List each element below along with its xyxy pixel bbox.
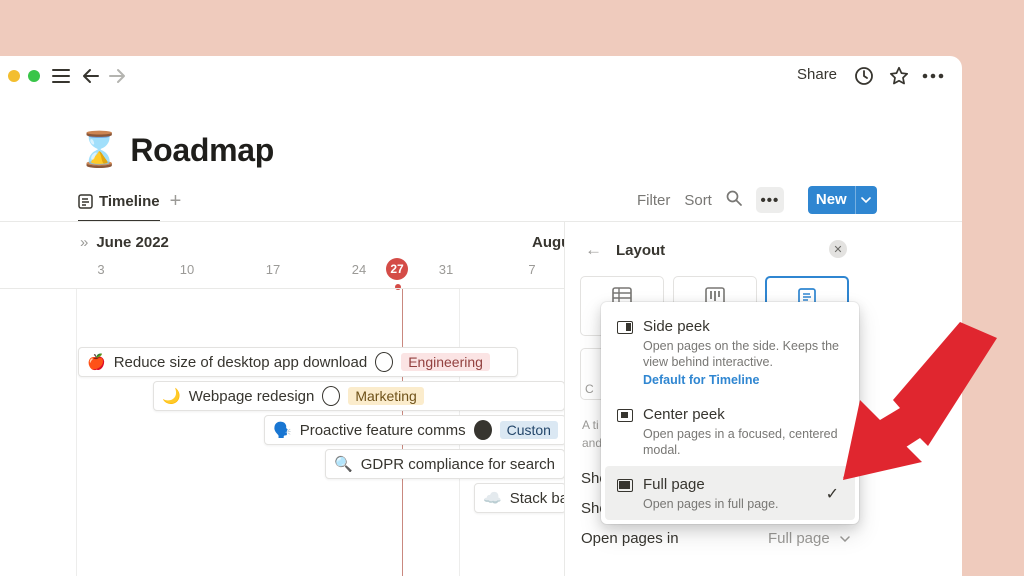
option-title: Side peek [643, 318, 710, 335]
day-label: 17 [265, 262, 281, 277]
checkmark-icon: ✓ [825, 486, 839, 503]
new-button[interactable]: New [807, 186, 877, 214]
forward-arrow-icon[interactable] [108, 64, 126, 88]
more-options-icon[interactable] [922, 64, 944, 88]
title-bar: Share [0, 56, 962, 96]
option-title: Center peek [643, 406, 725, 423]
open-pages-menu: Side peek Open pages on the side. Keeps … [601, 302, 859, 524]
back-arrow-icon[interactable]: ← [585, 240, 602, 260]
cloud-icon: ☁️ [483, 490, 502, 507]
day-label: 3 [97, 262, 105, 277]
day-label: 31 [438, 262, 454, 277]
timeline-header-divider [0, 288, 564, 289]
week-gridline [76, 289, 77, 576]
open-pages-select[interactable]: Full page [768, 530, 850, 547]
timeline-view-icon [78, 194, 93, 209]
layout-description-text: and [582, 436, 603, 450]
center-peek-icon [617, 409, 633, 422]
timeline-view: » June 2022 Augu 3 10 17 24 27 31 7 🍎 Re… [0, 222, 564, 576]
item-title: GDPR compliance for search [360, 455, 555, 473]
timeline-item[interactable]: 🍎 Reduce size of desktop app download En… [78, 347, 518, 377]
status-badge: Engineering [401, 353, 490, 371]
panel-title: Layout [616, 241, 666, 259]
chevron-down-icon[interactable] [854, 186, 877, 214]
sort-button[interactable]: Sort [684, 192, 712, 209]
menu-option-side-peek[interactable]: Side peek Open pages on the side. Keeps … [605, 308, 855, 396]
month-label: June 2022 [96, 234, 169, 251]
day-label: 24 [351, 262, 367, 277]
full-page-icon [617, 479, 633, 492]
moon-icon: 🌙 [162, 388, 181, 405]
history-clock-icon[interactable] [854, 64, 874, 88]
option-description: Open pages in full page. [643, 497, 779, 511]
view-toolbar: Filter Sort ••• New [637, 186, 877, 214]
minimize-window-button[interactable] [8, 70, 20, 82]
next-month-label: Augu [532, 234, 564, 251]
close-icon[interactable]: ✕ [829, 240, 847, 258]
person-avatar [473, 420, 492, 440]
open-pages-value: Full page [768, 530, 830, 547]
layout-description-text: A ti [582, 418, 599, 432]
today-marker: 27 [386, 258, 408, 280]
month-header: » June 2022 [80, 234, 169, 251]
day-label: 10 [179, 262, 195, 277]
layout-option-label: C [585, 382, 594, 396]
person-avatar [322, 386, 341, 406]
page-title: ⌛ Roadmap [78, 130, 274, 170]
filter-button[interactable]: Filter [637, 192, 670, 209]
status-badge: Custon [499, 421, 558, 439]
option-title: Full page [643, 476, 705, 493]
page-title-text[interactable]: Roadmap [130, 132, 274, 169]
favorite-star-icon[interactable] [889, 64, 909, 88]
item-title: Reduce size of desktop app download [113, 353, 368, 371]
open-pages-label: Open pages in [581, 530, 679, 547]
item-title: Webpage redesign [188, 387, 315, 405]
today-dot [395, 284, 401, 290]
hourglass-icon: ⌛ [78, 131, 121, 169]
double-chevron-icon[interactable]: » [80, 234, 88, 251]
side-peek-icon [617, 321, 633, 334]
view-tabs: Timeline + [78, 190, 181, 225]
sidebar-menu-icon[interactable] [52, 64, 70, 88]
menu-option-center-peek[interactable]: Center peek Open pages in a focused, cen… [605, 396, 855, 466]
back-arrow-icon[interactable] [82, 64, 100, 88]
new-button-label: New [815, 191, 847, 208]
search-icon[interactable] [726, 190, 742, 210]
item-title: Stack ba [509, 489, 564, 507]
add-view-plus-icon[interactable]: + [170, 190, 182, 225]
magnifier-icon: 🔍 [334, 456, 353, 473]
status-badge: Marketing [348, 387, 424, 405]
tab-timeline[interactable]: Timeline [78, 193, 160, 222]
menu-option-full-page[interactable]: Full page Open pages in full page. ✓ [605, 466, 855, 520]
chevron-down-icon [840, 536, 850, 543]
timeline-item[interactable]: 🗣️ Proactive feature comms Custon [264, 415, 564, 445]
timeline-item[interactable]: 🔍 GDPR compliance for search [325, 449, 564, 479]
option-description: Open pages on the side. Keeps the view b… [643, 339, 839, 369]
view-options-button[interactable]: ••• [755, 187, 784, 213]
zoom-window-button[interactable] [28, 70, 40, 82]
tab-label: Timeline [99, 193, 160, 210]
default-note: Default for Timeline [643, 373, 760, 387]
panel-header: ← Layout [585, 240, 665, 260]
option-description: Open pages in a focused, centered modal. [643, 427, 838, 457]
timeline-item[interactable]: 🌙 Webpage redesign Marketing [153, 381, 564, 411]
day-label: 7 [528, 262, 536, 277]
speaking-head-icon: 🗣️ [273, 422, 292, 439]
share-button[interactable]: Share [797, 66, 837, 83]
timeline-item[interactable]: ☁️ Stack ba [474, 483, 564, 513]
item-title: Proactive feature comms [299, 421, 466, 439]
apple-icon: 🍎 [87, 354, 106, 371]
person-avatar [375, 352, 394, 372]
